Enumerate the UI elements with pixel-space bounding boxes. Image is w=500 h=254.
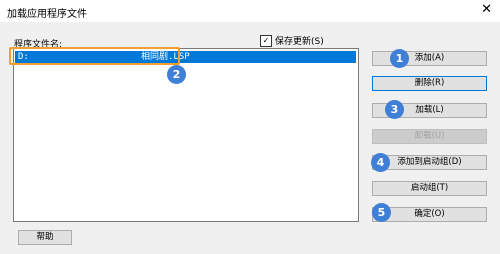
save-changes-checkbox[interactable]: ✓ — [260, 34, 272, 47]
save-changes-option[interactable]: ✓ 保存更新(S) — [260, 34, 324, 47]
window-title: 加载应用程序文件 — [7, 9, 87, 20]
program-files-list[interactable]: D: 相同剧.LSP — [13, 48, 359, 222]
callout-badge-1: 1 — [390, 49, 409, 68]
highlight-box — [9, 47, 180, 65]
callout-badge-2: 2 — [167, 65, 186, 84]
title-bar: 加载应用程序文件 ✕ — [0, 0, 500, 23]
delete-button[interactable]: 删除(R) — [372, 76, 487, 91]
help-button[interactable]: 帮助 — [18, 230, 72, 245]
callout-badge-4: 4 — [371, 153, 390, 172]
startup-group-button[interactable]: 启动组(T) — [372, 181, 487, 196]
callout-badge-3: 3 — [385, 100, 404, 119]
callout-badge-5: 5 — [372, 203, 391, 222]
close-icon[interactable]: ✕ — [481, 3, 492, 16]
unload-button: 卸载(U) — [372, 129, 487, 144]
save-changes-label: 保存更新(S) — [275, 37, 324, 47]
